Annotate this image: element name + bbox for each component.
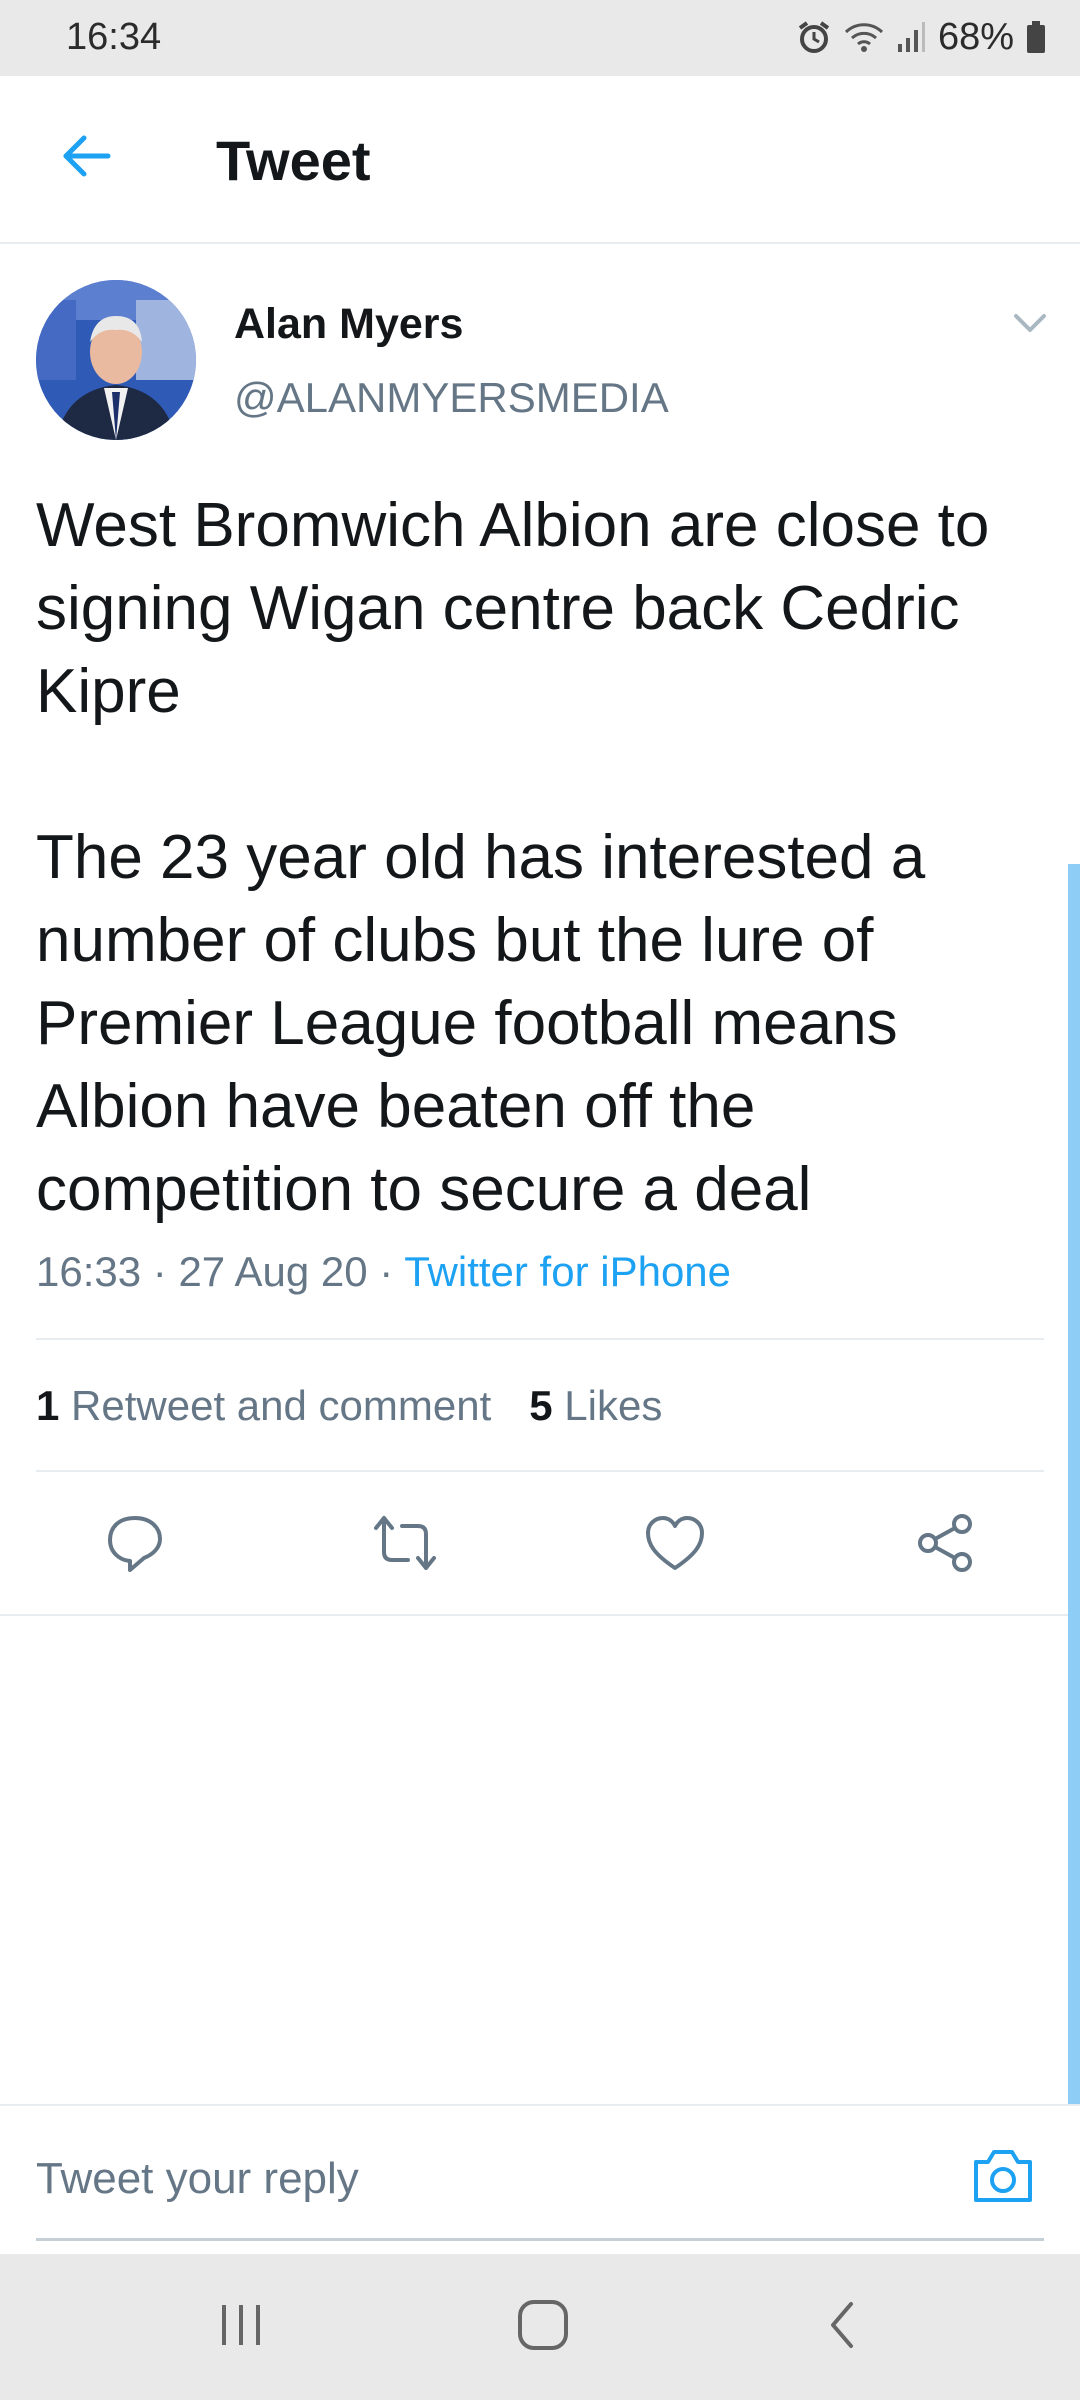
like-button[interactable] — [640, 1510, 710, 1580]
retweets-label: Retweet and comment — [71, 1382, 492, 1429]
retweets-count: 1 — [36, 1382, 60, 1429]
likes-stat[interactable]: 5 Likes — [529, 1382, 662, 1430]
retweets-stat[interactable]: 1 Retweet and comment — [36, 1382, 491, 1430]
meta-separator: · — [379, 1248, 405, 1295]
top-app-bar: Tweet — [0, 76, 1080, 244]
tweet-actions — [0, 1490, 1080, 1600]
reply-input[interactable]: Tweet your reply — [36, 2154, 359, 2204]
retweet-icon — [372, 1512, 438, 1579]
avatar[interactable] — [36, 280, 196, 440]
likes-label: Likes — [564, 1382, 663, 1429]
author-handle[interactable]: @ALANMYERSMEDIA — [234, 374, 669, 422]
tweet-time: 16:33 — [36, 1248, 142, 1295]
like-icon — [644, 1514, 706, 1577]
recents-button[interactable] — [206, 2294, 276, 2360]
status-time: 16:34 — [66, 16, 162, 58]
home-icon — [516, 2298, 570, 2357]
signal-icon — [896, 20, 926, 54]
camera-icon — [970, 2150, 1036, 2210]
tweet-source-link[interactable]: Twitter for iPhone — [404, 1248, 731, 1295]
reply-icon — [104, 1512, 166, 1579]
retweet-button[interactable] — [370, 1510, 440, 1580]
alarm-icon — [796, 19, 832, 55]
meta-separator: · — [152, 1248, 179, 1295]
back-button[interactable] — [48, 120, 124, 196]
camera-button[interactable] — [970, 2146, 1040, 2212]
tweet-text: West Bromwich Albion are close to signin… — [36, 491, 990, 1224]
tweet-menu-button[interactable] — [1010, 308, 1050, 338]
battery-percent: 68% — [937, 15, 1014, 58]
divider — [36, 1470, 1044, 1472]
recents-icon — [216, 2301, 266, 2354]
divider — [0, 1614, 1080, 1616]
reply-composer: Tweet your reply — [0, 2104, 1080, 2254]
share-button[interactable] — [910, 1510, 980, 1580]
divider — [36, 1338, 1044, 1340]
status-icons: 68% — [796, 14, 1046, 60]
tweet-date: 27 Aug 20 — [178, 1248, 368, 1295]
chevron-down-icon — [1010, 314, 1050, 342]
system-nav-bar — [0, 2254, 1080, 2400]
wifi-icon — [844, 20, 884, 54]
home-button[interactable] — [508, 2294, 578, 2360]
likes-count: 5 — [529, 1382, 553, 1429]
share-icon — [914, 1512, 976, 1579]
tweet-timestamp: 16:33 · 27 Aug 20 · Twitter for iPhone — [36, 1248, 731, 1296]
author-name[interactable]: Alan Myers — [234, 300, 463, 349]
battery-icon — [1026, 20, 1046, 54]
status-bar: 16:34 68% — [0, 0, 1080, 76]
back-icon — [823, 2298, 863, 2357]
tweet-stats: 1 Retweet and comment 5 Likes — [36, 1382, 662, 1430]
arrow-left-icon — [58, 132, 114, 185]
nav-back-button[interactable] — [808, 2294, 878, 2360]
reply-underline — [36, 2238, 1044, 2241]
page-title: Tweet — [216, 129, 371, 192]
reply-button[interactable] — [100, 1510, 170, 1580]
scrollbar[interactable] — [1068, 864, 1080, 2104]
